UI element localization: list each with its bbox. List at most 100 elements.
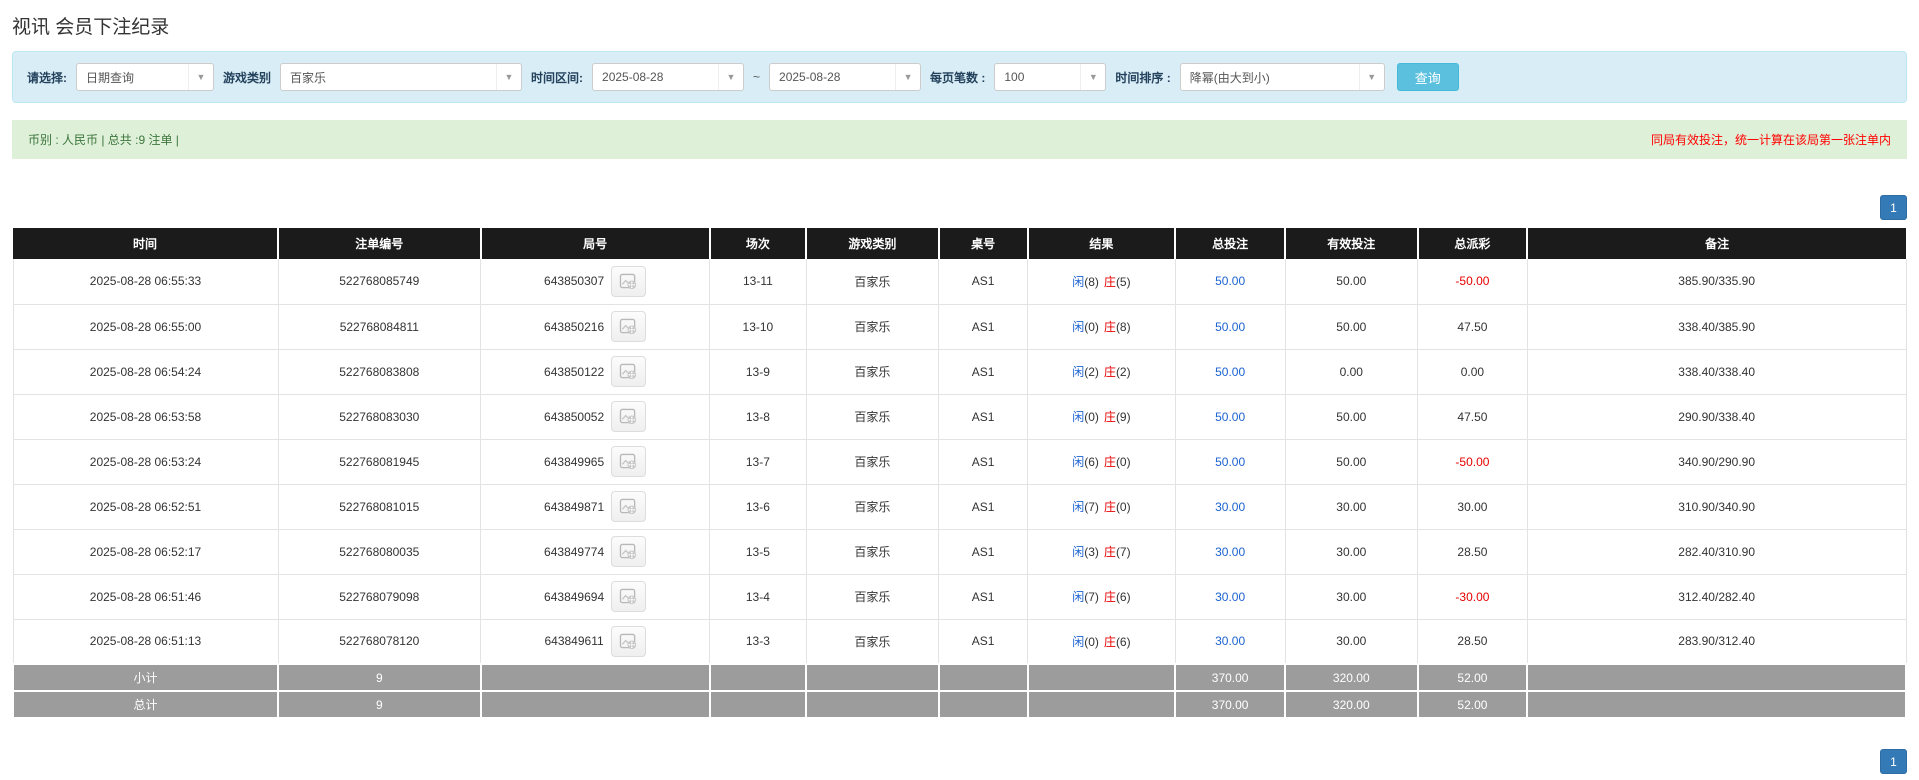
total-bet-link[interactable]: 50.00 (1215, 274, 1245, 288)
cell-payout: 30.00 (1417, 483, 1528, 530)
cell-valid-bet: 50.00 (1284, 303, 1419, 350)
cell-remark: 338.40/338.40 (1526, 348, 1907, 395)
cell-time: 2025-08-28 06:53:24 (12, 438, 279, 485)
page-size-select[interactable]: 100 ▼ (994, 63, 1107, 91)
total-bet-link[interactable]: 50.00 (1215, 320, 1245, 334)
cell-session: 13-8 (709, 393, 807, 440)
page-title: 视讯 会员下注纪录 (12, 17, 170, 38)
cell-table-no: AS1 (938, 259, 1029, 305)
page-button-1[interactable]: 1 (1880, 195, 1907, 220)
banker-score: (7) (1115, 545, 1131, 559)
cell-time: 2025-08-28 06:55:00 (12, 303, 279, 350)
table-row: 2025-08-28 06:55:33 522768085749 6438503… (12, 259, 1907, 305)
chevron-down-icon: ▼ (895, 64, 920, 90)
total-bet-link[interactable]: 50.00 (1215, 410, 1245, 424)
pagination-bottom: 1 (12, 749, 1907, 774)
date-to-select[interactable]: 2025-08-28 ▼ (769, 63, 922, 91)
video-replay-button[interactable] (611, 401, 647, 432)
player-score: (3) (1084, 545, 1099, 559)
player-result: 闲 (1072, 320, 1085, 334)
cell-bet-id: 522768081015 (277, 483, 482, 530)
table-row: 2025-08-28 06:53:58 522768083030 6438500… (12, 393, 1907, 440)
cell-table-no: AS1 (938, 483, 1029, 530)
date-from-select[interactable]: 2025-08-28 ▼ (592, 63, 745, 91)
total-bet-link[interactable]: 30.00 (1215, 590, 1245, 604)
cell-result: 闲(0) 庄(8) (1027, 303, 1176, 350)
total-row-empty (1026, 663, 1177, 692)
chevron-down-icon: ▼ (718, 64, 743, 90)
total-row-label: 总计 (11, 690, 280, 719)
video-replay-icon (619, 318, 637, 335)
cell-game-type: 百家乐 (805, 618, 940, 665)
cell-game-type: 百家乐 (805, 483, 940, 530)
cell-session: 13-10 (709, 303, 807, 350)
page-button-1[interactable]: 1 (1880, 749, 1907, 774)
round-id-text: 643850122 (544, 364, 605, 379)
cell-round-id: 643849774 (480, 528, 711, 575)
total-bet-link[interactable]: 50.00 (1215, 455, 1245, 469)
banker-score: (5) (1115, 274, 1131, 289)
cell-table-no: AS1 (938, 528, 1029, 575)
column-header: 有效投注 (1284, 228, 1418, 259)
cell-time: 2025-08-28 06:51:46 (12, 573, 279, 620)
cell-round-id: 643850307 (480, 259, 711, 305)
video-replay-button[interactable] (611, 265, 647, 297)
cell-game-type: 百家乐 (805, 438, 940, 485)
cell-game-type: 百家乐 (805, 348, 940, 395)
cell-game-type: 百家乐 (805, 393, 940, 440)
video-replay-button[interactable] (611, 311, 647, 342)
total-row-valid-bet: 320.00 (1284, 663, 1419, 692)
video-replay-icon (619, 363, 637, 380)
total-row-empty (1526, 690, 1907, 719)
column-header: 结果 (1026, 228, 1176, 259)
cell-bet-id: 522768080035 (277, 528, 482, 575)
video-replay-button[interactable] (611, 536, 647, 567)
video-replay-button[interactable] (610, 625, 646, 657)
total-row-empty (937, 690, 1029, 719)
total-bet-link[interactable]: 30.00 (1215, 545, 1245, 559)
cell-valid-bet: 50.00 (1284, 259, 1419, 305)
cell-bet-id: 522768084811 (277, 303, 482, 350)
video-replay-button[interactable] (611, 581, 647, 612)
chevron-down-icon: ▼ (188, 64, 213, 90)
cell-bet-id: 522768078120 (277, 618, 482, 665)
query-type-select[interactable]: 日期查询 ▼ (76, 63, 214, 91)
query-type-label: 请选择: (27, 70, 67, 85)
video-replay-button[interactable] (611, 356, 647, 387)
video-replay-icon (619, 453, 637, 470)
cell-round-id: 643849965 (480, 438, 711, 485)
player-result: 闲 (1072, 545, 1085, 559)
time-sort-select[interactable]: 降幂(由大到小) ▼ (1179, 63, 1385, 91)
search-button[interactable]: 查询 (1396, 63, 1459, 91)
total-row-count: 9 (277, 663, 482, 692)
video-replay-button[interactable] (611, 446, 647, 477)
game-type-select[interactable]: 百家乐 ▼ (280, 63, 523, 91)
chevron-down-icon: ▼ (496, 64, 521, 90)
time-sort-label: 时间排序 : (1115, 70, 1171, 85)
total-bet-link[interactable]: 50.00 (1215, 365, 1245, 379)
column-header: 游戏类别 (805, 228, 939, 259)
cell-payout: -50.00 (1417, 259, 1528, 305)
table-total-row: 总计 9 370.00 320.00 52.00 (11, 690, 1907, 719)
total-bet-link[interactable]: 30.00 (1215, 500, 1245, 514)
query-type-value: 日期查询 (86, 70, 135, 85)
table-row: 2025-08-28 06:55:00 522768084811 6438502… (12, 303, 1907, 350)
table-total-row: 小计 9 370.00 320.00 52.00 (11, 663, 1907, 692)
banker-score: (0) (1115, 455, 1131, 469)
total-bet-link[interactable]: 30.00 (1215, 634, 1245, 648)
banker-result: 庄 (1103, 545, 1116, 559)
cell-game-type: 百家乐 (805, 303, 940, 350)
column-header: 桌号 (937, 228, 1028, 259)
video-replay-button[interactable] (611, 491, 647, 522)
column-header: 总投注 (1174, 228, 1286, 259)
cell-bet-id: 522768081945 (277, 438, 482, 485)
player-result: 闲 (1072, 590, 1085, 604)
page-size-value: 100 (1004, 70, 1025, 84)
cell-result: 闲(7) 庄(6) (1027, 573, 1176, 620)
cell-remark: 290.90/338.40 (1526, 393, 1907, 440)
video-replay-icon (619, 498, 637, 515)
currency-summary-text: 币别 : 人民币 | 总共 :9 注单 | (28, 133, 179, 147)
player-result: 闲 (1072, 274, 1085, 289)
cell-payout: 47.50 (1417, 303, 1528, 350)
table-row: 2025-08-28 06:51:13 522768078120 6438496… (12, 618, 1907, 665)
